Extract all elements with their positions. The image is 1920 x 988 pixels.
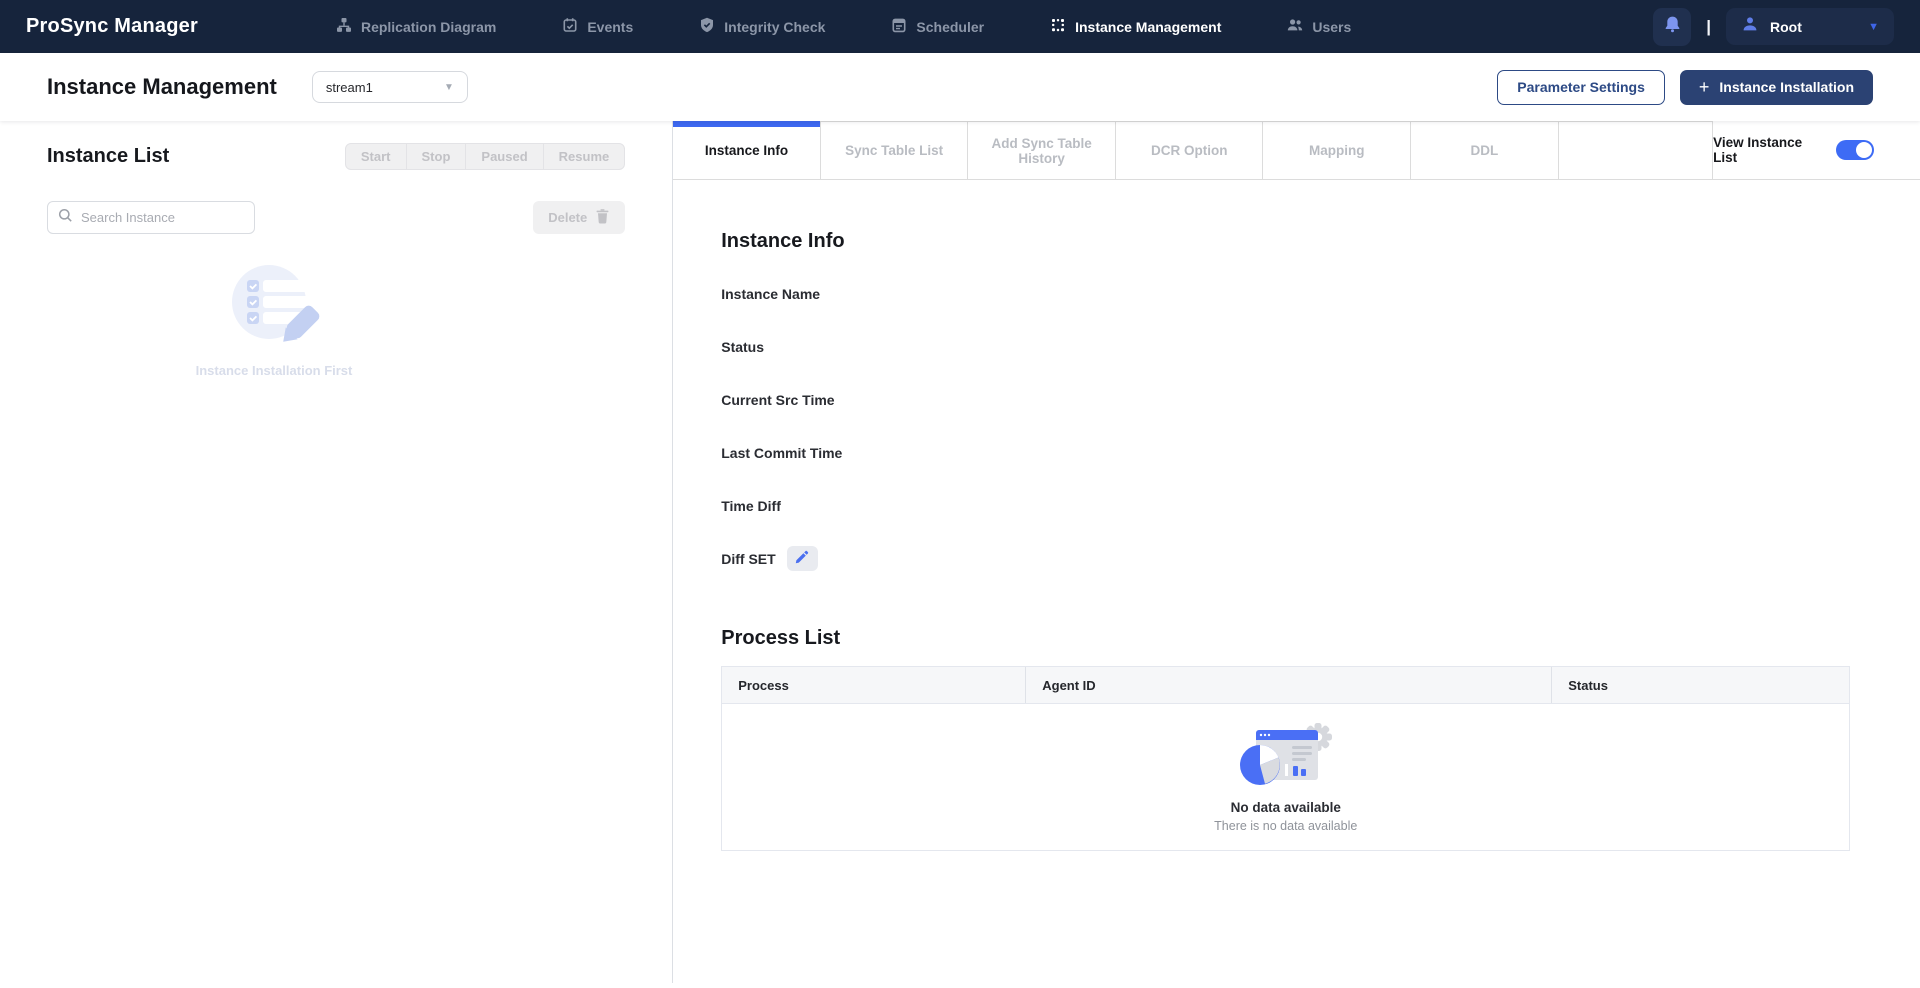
instance-installation-label: Instance Installation bbox=[1719, 79, 1854, 95]
chevron-down-icon: ▼ bbox=[444, 82, 454, 93]
instance-list-empty-state: Instance Installation First bbox=[169, 256, 379, 378]
nav-item-label: Replication Diagram bbox=[361, 19, 496, 35]
column-header-process: Process bbox=[722, 667, 1025, 703]
no-data-illustration bbox=[1234, 722, 1338, 793]
calendar-check-icon bbox=[562, 17, 578, 36]
tab-ddl[interactable]: DDL bbox=[1411, 121, 1559, 179]
parameter-settings-button[interactable]: Parameter Settings bbox=[1497, 70, 1665, 105]
field-label: Diff SET bbox=[721, 551, 775, 567]
field-diff-set: Diff SET bbox=[721, 546, 1872, 571]
tab-bar: Instance Info Sync Table List Add Sync T… bbox=[673, 121, 1920, 180]
page-title: Instance Management bbox=[47, 74, 277, 100]
nav-item-scheduler[interactable]: Scheduler bbox=[891, 17, 984, 36]
tab-sync-table-list[interactable]: Sync Table List bbox=[821, 121, 969, 179]
content-area: Instance List Start Stop Paused Resume D… bbox=[0, 121, 1920, 988]
instance-detail-panel: Instance Info Sync Table List Add Sync T… bbox=[673, 121, 1920, 988]
field-last-commit-time: Last Commit Time bbox=[721, 440, 1872, 465]
tab-add-sync-table-history[interactable]: Add Sync Table History bbox=[968, 121, 1116, 179]
instance-info-title: Instance Info bbox=[721, 180, 1872, 253]
view-instance-list-label: View Instance List bbox=[1713, 135, 1823, 165]
trash-icon bbox=[595, 208, 610, 227]
delete-button[interactable]: Delete bbox=[533, 201, 625, 234]
delete-button-label: Delete bbox=[548, 210, 587, 225]
search-icon bbox=[58, 208, 73, 228]
user-icon bbox=[1741, 15, 1759, 38]
plus-icon: + bbox=[1699, 78, 1710, 96]
view-instance-list-toggle[interactable] bbox=[1836, 140, 1874, 160]
nav-item-instance-management[interactable]: Instance Management bbox=[1050, 17, 1221, 36]
tab-mapping[interactable]: Mapping bbox=[1263, 121, 1411, 179]
bell-icon bbox=[1663, 15, 1682, 39]
nav-item-label: Instance Management bbox=[1075, 19, 1221, 35]
nav-item-label: Scheduler bbox=[916, 19, 984, 35]
notifications-button[interactable] bbox=[1653, 8, 1691, 46]
view-instance-list-control: View Instance List bbox=[1713, 121, 1920, 179]
column-header-status: Status bbox=[1551, 667, 1849, 703]
empty-state-label: Instance Installation First bbox=[169, 363, 379, 378]
field-time-diff: Time Diff bbox=[721, 493, 1872, 518]
calendar-icon bbox=[891, 17, 907, 36]
header-actions: Parameter Settings + Instance Installati… bbox=[1497, 70, 1873, 105]
navbar-divider: | bbox=[1706, 17, 1711, 37]
process-table-empty-state: No data available There is no data avail… bbox=[722, 704, 1849, 850]
stop-button[interactable]: Stop bbox=[406, 143, 467, 170]
nav-item-events[interactable]: Events bbox=[562, 17, 633, 36]
field-label: Current Src Time bbox=[721, 392, 834, 408]
top-navbar: ProSync Manager Replication Diagram Even… bbox=[0, 0, 1920, 53]
pencil-icon bbox=[795, 550, 809, 567]
nav-item-integrity-check[interactable]: Integrity Check bbox=[699, 17, 825, 36]
instance-info-body: Instance Info Instance Name Status Curre… bbox=[673, 180, 1920, 988]
page-header: Instance Management stream1 ▼ Parameter … bbox=[0, 53, 1920, 121]
main-nav: Replication Diagram Events Integrity Che… bbox=[336, 17, 1351, 36]
tab-dcr-option[interactable]: DCR Option bbox=[1116, 121, 1264, 179]
chevron-down-icon: ▼ bbox=[1868, 21, 1879, 33]
sitemap-icon bbox=[336, 17, 352, 36]
no-data-subtitle: There is no data available bbox=[1214, 819, 1357, 833]
grid-icon bbox=[1050, 17, 1066, 36]
field-label: Status bbox=[721, 339, 764, 355]
tab-spacer bbox=[1559, 121, 1714, 179]
instance-action-group: Start Stop Paused Resume bbox=[345, 143, 625, 170]
field-label: Instance Name bbox=[721, 286, 820, 302]
stream-select-value: stream1 bbox=[326, 80, 444, 95]
instance-installation-button[interactable]: + Instance Installation bbox=[1680, 70, 1873, 105]
field-instance-name: Instance Name bbox=[721, 281, 1872, 306]
users-icon bbox=[1287, 17, 1303, 36]
paused-button[interactable]: Paused bbox=[465, 143, 543, 170]
field-label: Time Diff bbox=[721, 498, 781, 514]
nav-item-label: Events bbox=[587, 19, 633, 35]
instance-list-panel: Instance List Start Stop Paused Resume D… bbox=[0, 121, 673, 983]
start-button[interactable]: Start bbox=[345, 143, 407, 170]
field-label: Last Commit Time bbox=[721, 445, 842, 461]
checklist-pencil-illustration bbox=[207, 339, 341, 356]
shield-check-icon bbox=[699, 17, 715, 36]
navbar-right: | Root ▼ bbox=[1653, 8, 1894, 46]
nav-item-users[interactable]: Users bbox=[1287, 17, 1351, 36]
process-list-table: Process Agent ID Status bbox=[721, 666, 1850, 851]
field-status: Status bbox=[721, 334, 1872, 359]
search-instance-input[interactable] bbox=[81, 210, 244, 225]
diff-set-edit-button[interactable] bbox=[787, 546, 818, 571]
tab-instance-info[interactable]: Instance Info bbox=[673, 121, 821, 179]
nav-item-replication-diagram[interactable]: Replication Diagram bbox=[336, 17, 496, 36]
user-name: Root bbox=[1770, 19, 1857, 35]
search-instance-field bbox=[47, 201, 255, 234]
user-menu[interactable]: Root ▼ bbox=[1726, 8, 1894, 45]
resume-button[interactable]: Resume bbox=[543, 143, 626, 170]
nav-item-label: Integrity Check bbox=[724, 19, 825, 35]
instance-list-title: Instance List bbox=[47, 145, 169, 168]
no-data-title: No data available bbox=[1231, 800, 1341, 815]
app-logo: ProSync Manager bbox=[26, 15, 198, 38]
field-current-src-time: Current Src Time bbox=[721, 387, 1872, 412]
column-header-agent-id: Agent ID bbox=[1025, 667, 1551, 703]
process-list-title: Process List bbox=[721, 571, 1872, 650]
nav-item-label: Users bbox=[1312, 19, 1351, 35]
stream-select[interactable]: stream1 ▼ bbox=[312, 71, 468, 103]
process-table-header: Process Agent ID Status bbox=[722, 667, 1849, 704]
